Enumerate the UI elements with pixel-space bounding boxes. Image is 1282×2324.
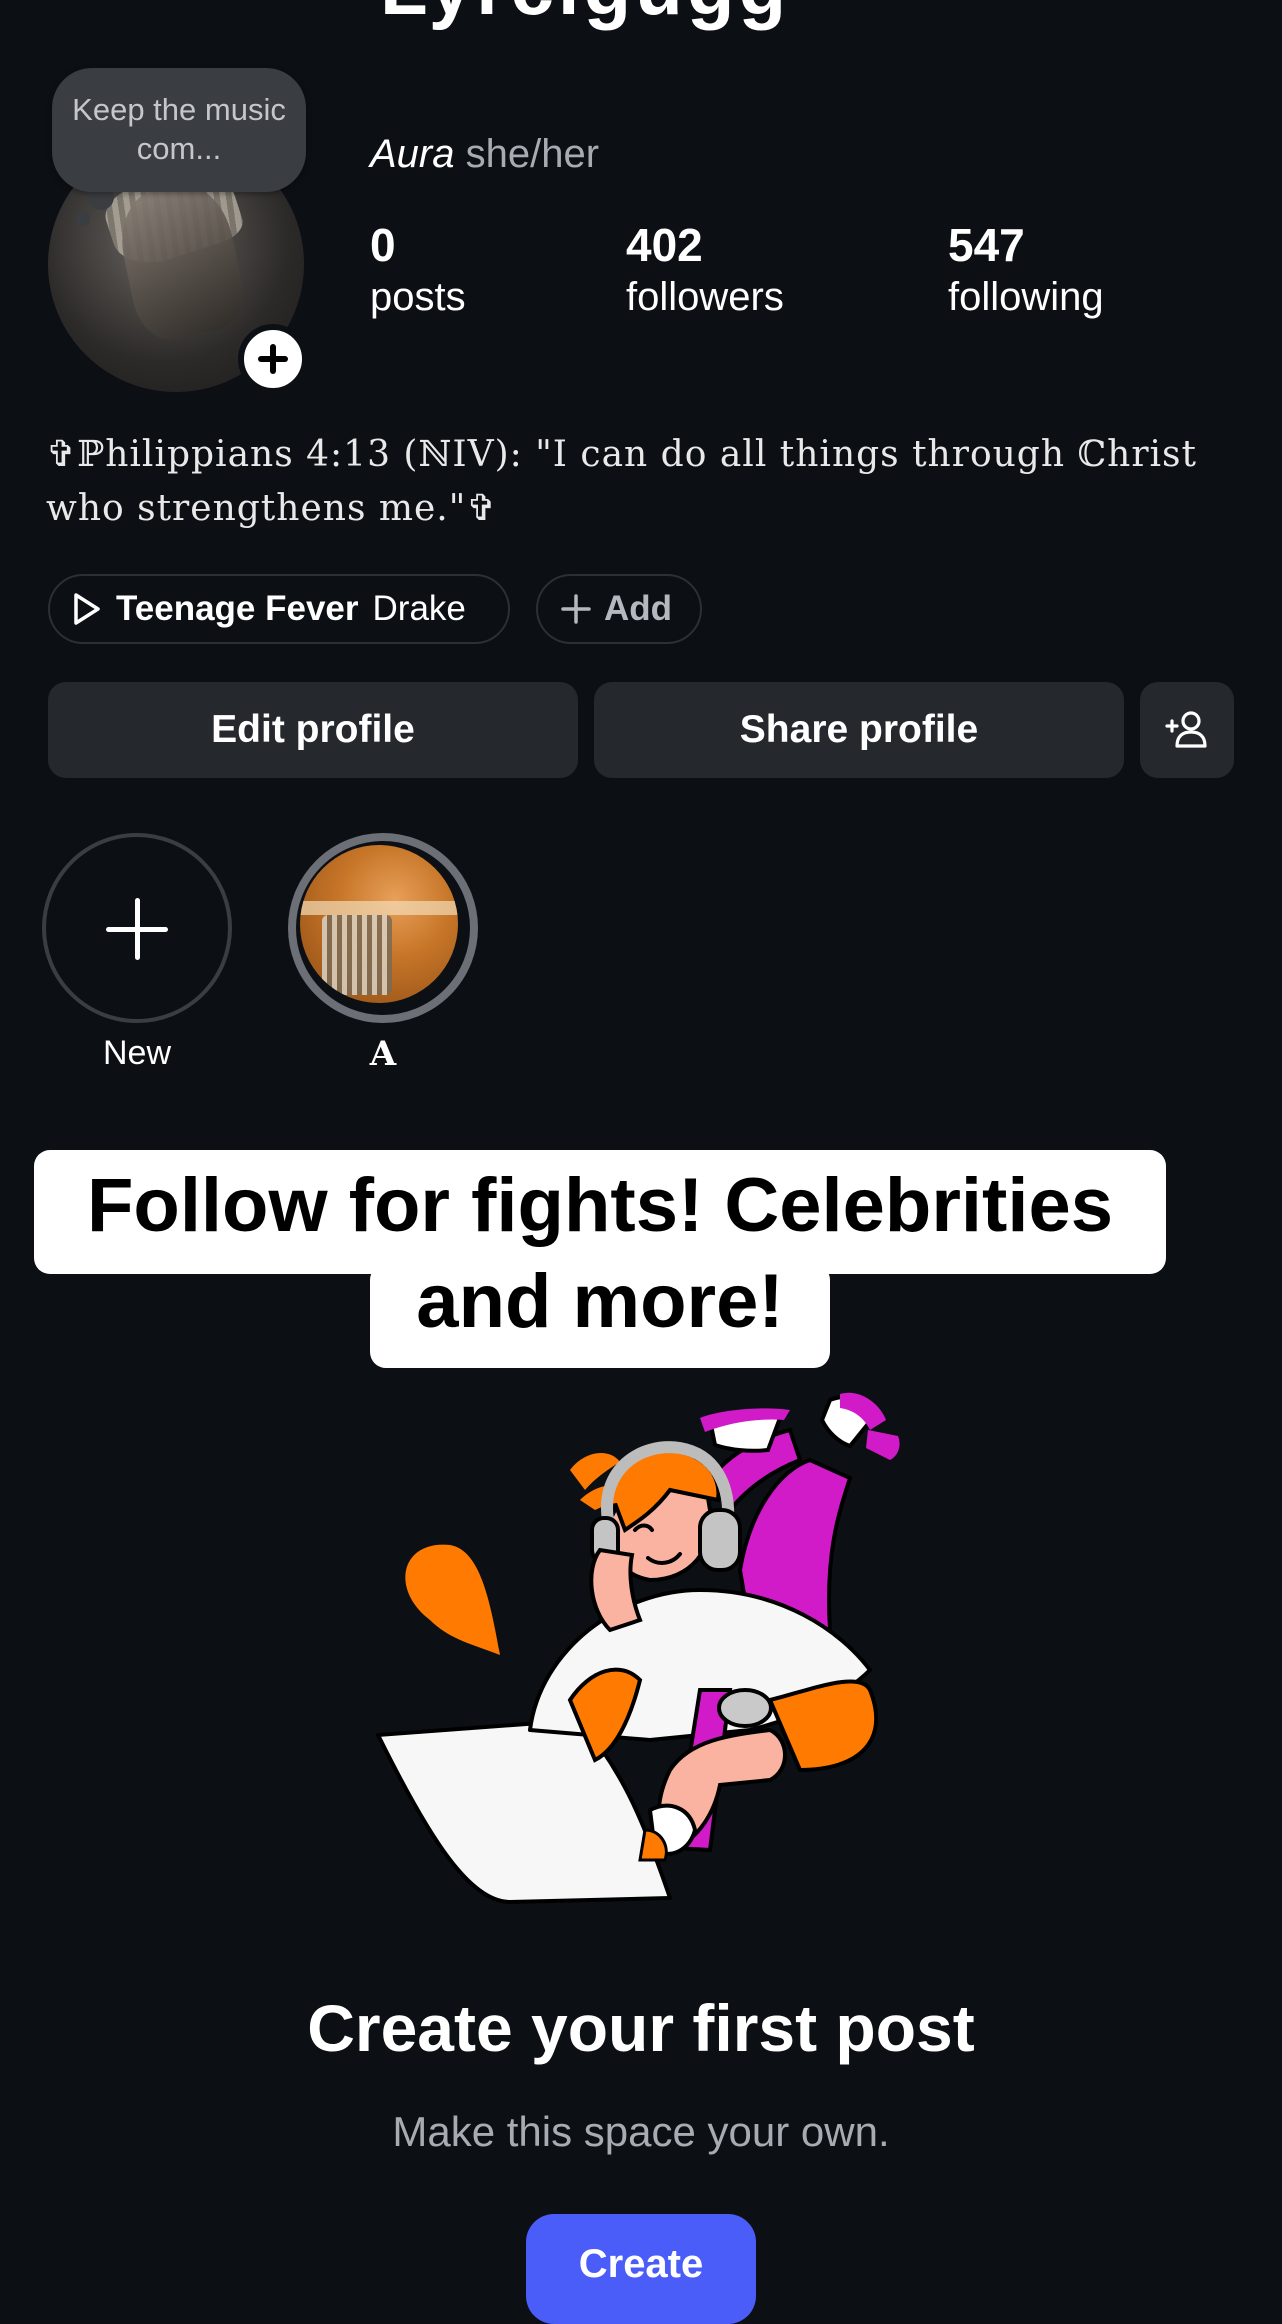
highlight-cover-image xyxy=(300,845,458,1003)
empty-state-illustration xyxy=(376,1392,900,1904)
profile-music-chip[interactable]: Teenage Fever Drake xyxy=(48,574,510,644)
plus-icon xyxy=(561,594,591,624)
add-story-button[interactable] xyxy=(238,324,308,394)
profile-bio: ✞ℙhilippians 4:13 (ℕIV): "I can do all t… xyxy=(46,434,1197,529)
stat-posts[interactable]: 0 posts xyxy=(370,218,466,322)
note-bubble[interactable]: Keep the music com... xyxy=(52,68,306,192)
new-highlight-button[interactable] xyxy=(42,833,232,1023)
discover-people-button[interactable] xyxy=(1140,682,1234,778)
add-link-chip[interactable]: Add xyxy=(536,574,702,644)
stat-following[interactable]: 547 following xyxy=(948,218,1104,322)
create-post-button[interactable]: Create xyxy=(526,2214,756,2324)
stat-following-label: following xyxy=(948,275,1104,319)
empty-state-title: Create your first post xyxy=(307,1991,975,2065)
profile-name: Aura xyxy=(370,132,455,176)
highlight-a[interactable] xyxy=(288,833,478,1023)
caption-line-2: and more! xyxy=(416,1259,784,1344)
play-icon xyxy=(74,593,100,625)
empty-state-subtitle: Make this space your own. xyxy=(392,2108,890,2155)
share-profile-button[interactable]: Share profile xyxy=(594,682,1124,778)
highlight-label-a: 𝐀 xyxy=(369,1034,397,1074)
note-bubble-tail-small xyxy=(76,212,90,226)
add-person-icon xyxy=(1165,711,1207,748)
highlight-label-new: New xyxy=(102,1034,172,1072)
music-song-title: Teenage Fever xyxy=(116,589,359,628)
edit-profile-button[interactable]: Edit profile xyxy=(48,682,578,778)
stat-followers-value: 402 xyxy=(626,219,703,271)
caption-overlay: Follow for fights! Celebrities and more! xyxy=(34,1158,1166,1350)
music-artist: Drake xyxy=(372,589,466,628)
profile-name-line: Aura she/her xyxy=(370,132,599,177)
profile-page: { "header": { "username_fragment": "Lyrc… xyxy=(0,0,1282,2324)
stat-followers-label: followers xyxy=(626,275,784,319)
profile-pronouns: she/her xyxy=(465,132,600,176)
caption-line-1: Follow for fights! Celebrities xyxy=(86,1163,1114,1248)
stat-posts-label: posts xyxy=(370,275,466,319)
add-chip-label: Add xyxy=(604,589,673,628)
username-header[interactable]: Lyrcigugg xyxy=(380,0,790,33)
stat-posts-value: 0 xyxy=(370,219,396,271)
stat-followers[interactable]: 402 followers xyxy=(626,218,784,322)
stat-following-value: 547 xyxy=(948,219,1025,271)
